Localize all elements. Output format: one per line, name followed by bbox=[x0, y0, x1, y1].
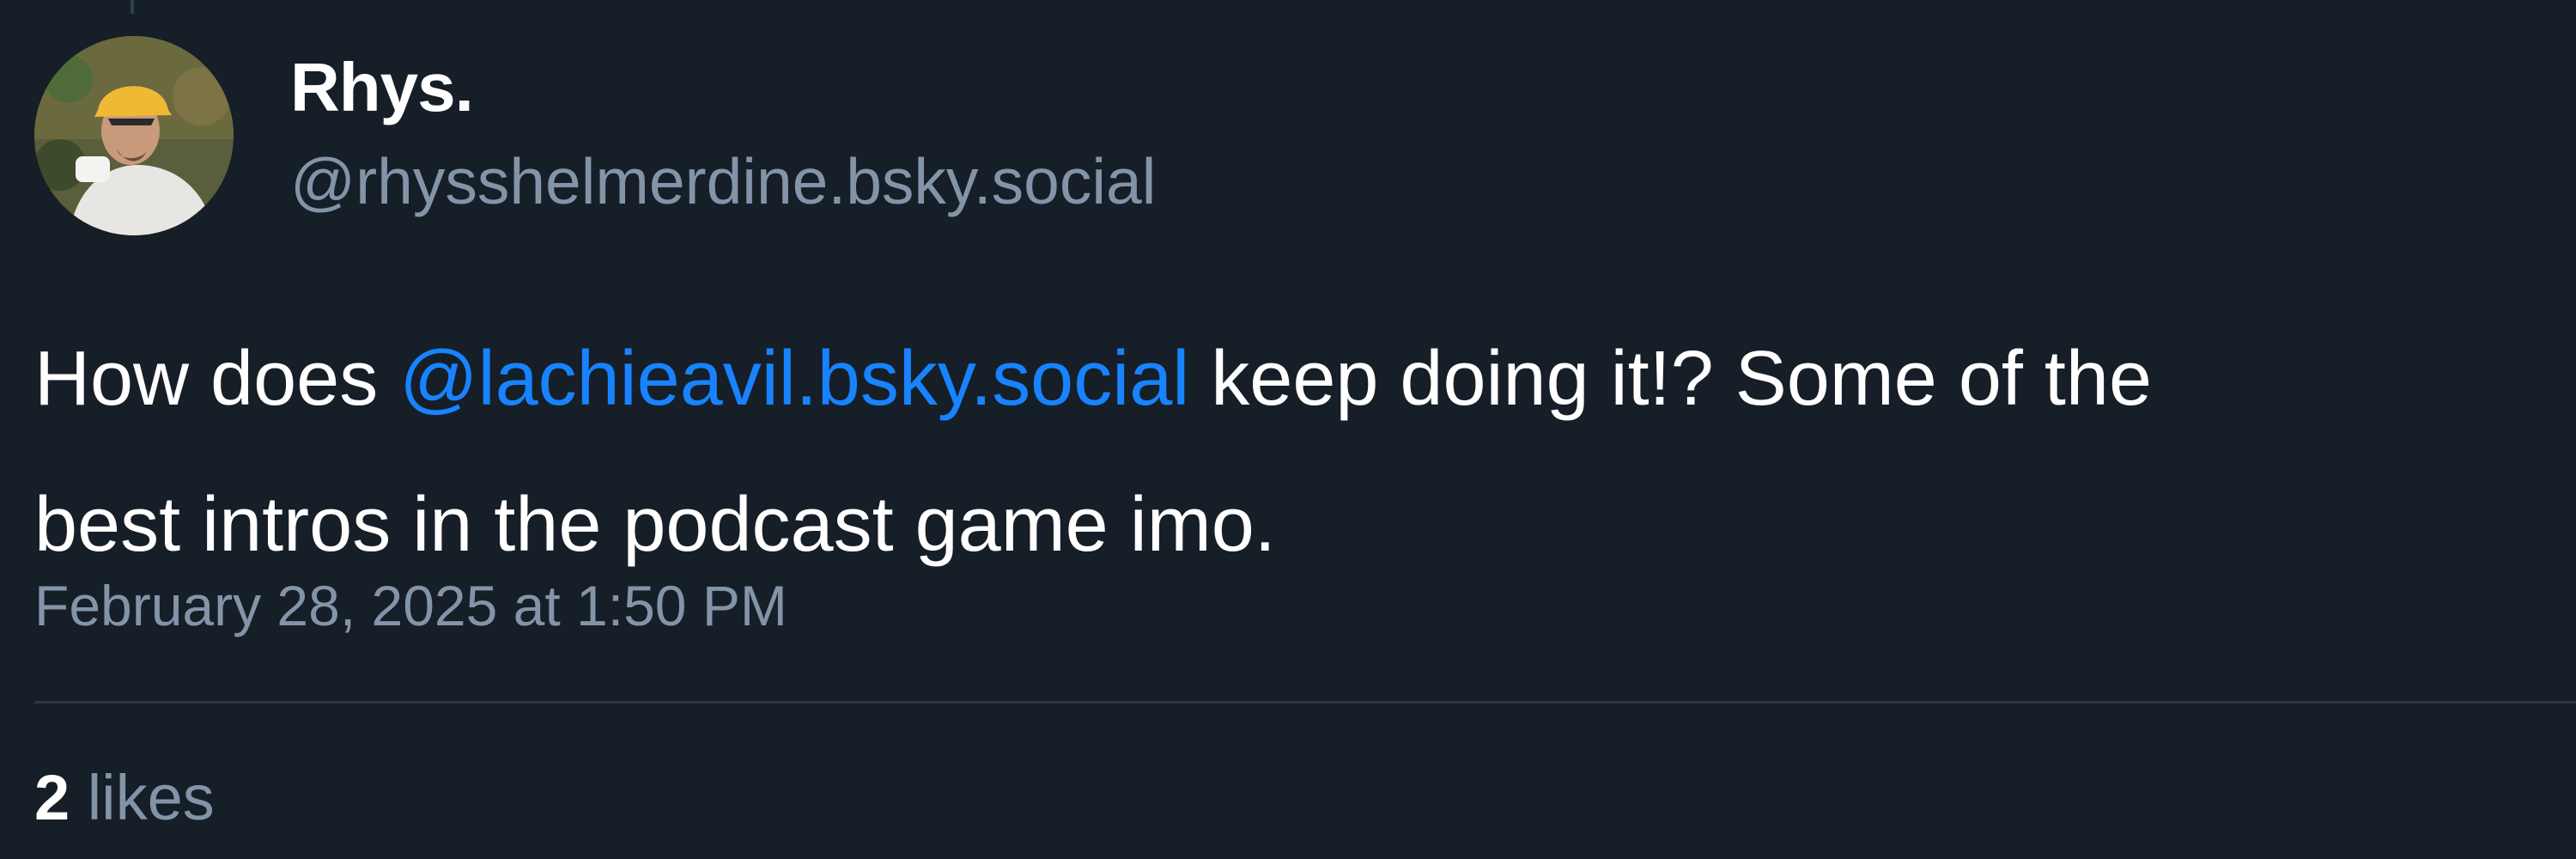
author-handle[interactable]: @rhysshelmerdine.bsky.social bbox=[290, 149, 1156, 214]
post-text-suffix: keep doing it!? Some of the bbox=[1189, 336, 2153, 422]
post-text-prefix: How does bbox=[34, 336, 400, 422]
post-timestamp[interactable]: February 28, 2025 at 1:50 PM bbox=[34, 577, 787, 634]
likes-label: likes bbox=[70, 762, 215, 833]
post-text-line-1: How does @lachieavil.bsky.social keep do… bbox=[34, 306, 2567, 452]
avatar-photo-icon bbox=[34, 36, 234, 235]
mention-link[interactable]: @lachieavil.bsky.social bbox=[399, 336, 1189, 422]
author-avatar[interactable] bbox=[34, 36, 234, 235]
divider bbox=[34, 701, 2576, 704]
post-card: Rhys. @rhysshelmerdine.bsky.social How d… bbox=[0, 0, 2576, 859]
likes-count: 2 bbox=[34, 762, 70, 833]
likes-summary[interactable]: 2 likes bbox=[34, 766, 215, 830]
post-body: How does @lachieavil.bsky.social keep do… bbox=[34, 306, 2567, 598]
thread-connector-line bbox=[131, 0, 134, 14]
author-display-name[interactable]: Rhys. bbox=[290, 53, 474, 122]
